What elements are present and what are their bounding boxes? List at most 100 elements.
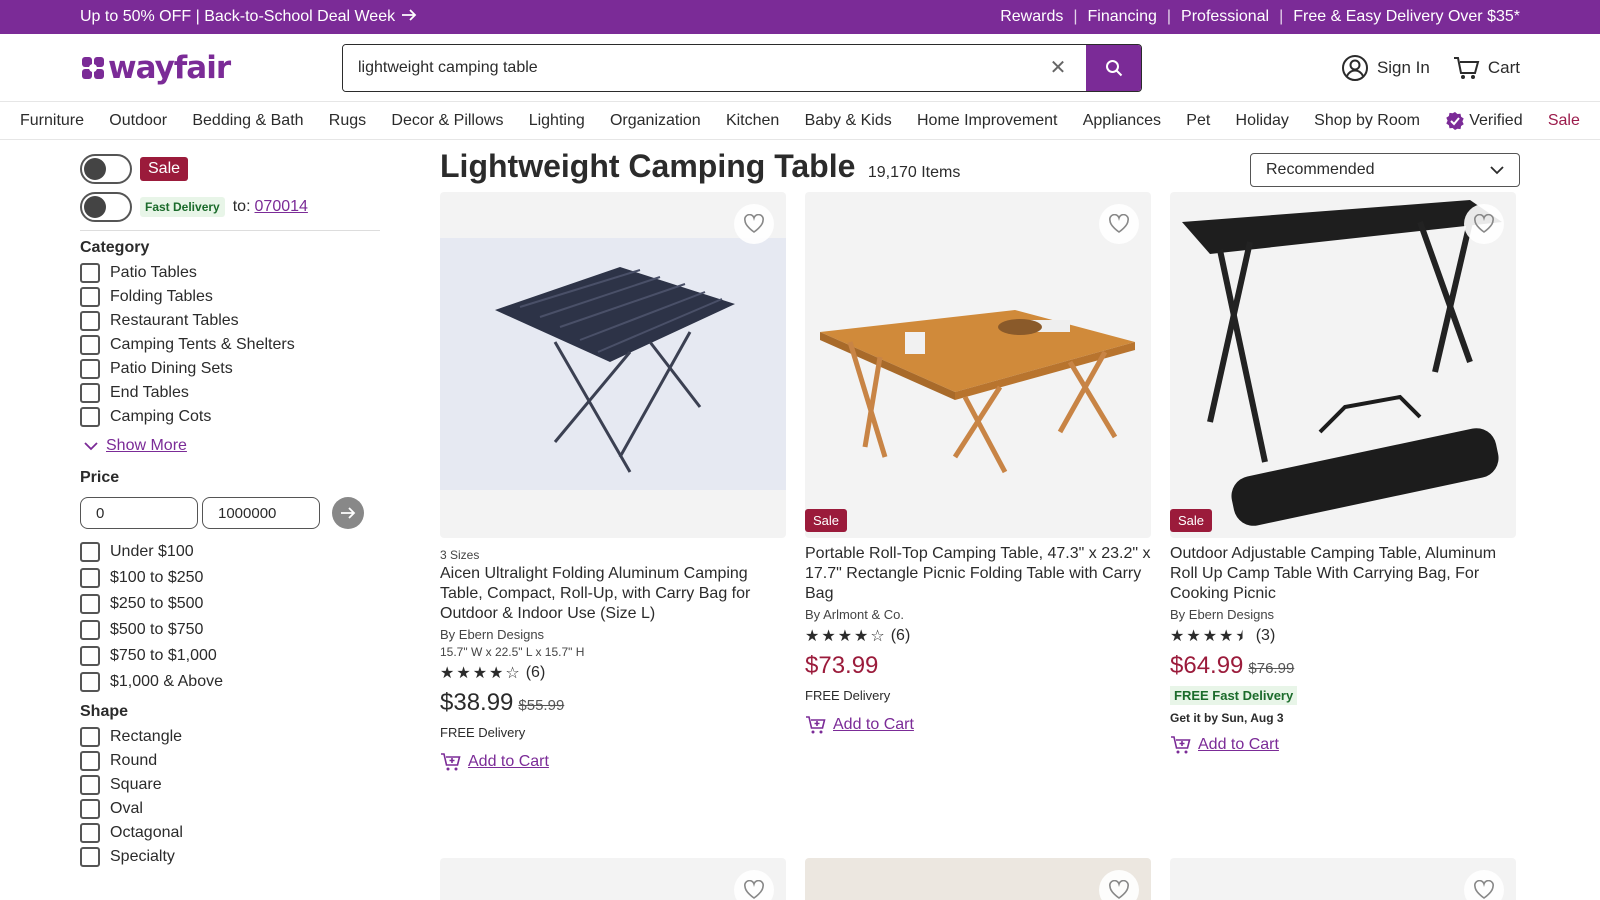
product-name[interactable]: Portable Roll-Top Camping Table, 47.3" x… [805,544,1151,604]
checkbox[interactable] [80,799,100,819]
checkbox[interactable] [80,620,100,640]
shape-option[interactable]: Oval [80,797,380,821]
product-card[interactable] [805,858,1151,900]
category-option[interactable]: Patio Tables [80,261,380,285]
product-image[interactable]: Sale [805,192,1151,538]
price-min-input[interactable]: 0 [80,497,198,529]
category-option[interactable]: End Tables [80,381,380,405]
price-option[interactable]: $1,000 & Above [80,669,380,695]
nav-appliances[interactable]: Appliances [1083,112,1161,130]
checkbox[interactable] [80,568,100,588]
checkbox[interactable] [80,263,100,283]
favorite-button[interactable] [734,870,774,900]
show-more-link[interactable]: Show More [84,437,380,455]
checkbox[interactable] [80,751,100,771]
nav-home-improvement[interactable]: Home Improvement [917,112,1058,130]
cart-button[interactable]: Cart [1452,54,1520,82]
search-input[interactable] [343,44,1030,91]
nav-pet[interactable]: Pet [1186,112,1210,130]
shape-option[interactable]: Rectangle [80,725,380,749]
price-option[interactable]: $250 to $500 [80,591,380,617]
sign-in-button[interactable]: Sign In [1341,54,1430,82]
nav-kitchen[interactable]: Kitchen [726,112,779,130]
product-name[interactable]: Outdoor Adjustable Camping Table, Alumin… [1170,544,1516,604]
nav-sale[interactable]: Sale [1548,112,1580,130]
shape-option[interactable]: Square [80,773,380,797]
promo-deal-link[interactable]: Up to 50% OFF | Back-to-School Deal Week [80,8,417,27]
zip-code-link[interactable]: 070014 [255,198,308,216]
checkbox[interactable] [80,775,100,795]
product-image[interactable] [1170,858,1516,900]
favorite-button[interactable] [1464,870,1504,900]
favorite-button[interactable] [734,204,774,244]
sort-dropdown[interactable]: Recommended [1250,153,1520,187]
nav-baby-kids[interactable]: Baby & Kids [805,112,892,130]
nav-bedding-bath[interactable]: Bedding & Bath [192,112,303,130]
product-card[interactable]: Sale Portable Roll-Top Camping Table, 47… [805,192,1151,772]
product-card[interactable]: 3 Sizes Aicen Ultralight Folding Aluminu… [440,192,786,772]
price-option[interactable]: $750 to $1,000 [80,643,380,669]
nav-holiday[interactable]: Holiday [1236,112,1289,130]
checkbox[interactable] [80,335,100,355]
shape-option[interactable]: Octagonal [80,821,380,845]
nav-furniture[interactable]: Furniture [20,112,84,130]
price-option[interactable]: Under $100 [80,539,380,565]
promo-link-rewards[interactable]: Rewards [1000,8,1063,26]
category-option[interactable]: Camping Tents & Shelters [80,333,380,357]
product-image[interactable] [440,858,786,900]
price-option[interactable]: $100 to $250 [80,565,380,591]
cart-label: Cart [1487,57,1520,77]
product-card[interactable] [440,858,786,900]
sale-toggle[interactable] [80,154,132,184]
nav-shop-by-room[interactable]: Shop by Room [1314,112,1420,130]
clear-search-icon[interactable]: ✕ [1030,55,1086,80]
nav-organization[interactable]: Organization [610,112,701,130]
product-was-price: $76.99 [1248,660,1295,677]
checkbox[interactable] [80,847,100,867]
sort-selected-value: Recommended [1266,161,1375,178]
product-image[interactable] [805,858,1151,900]
price-apply-button[interactable] [332,497,364,529]
category-option[interactable]: Patio Dining Sets [80,357,380,381]
search-button[interactable] [1086,44,1141,91]
checkbox[interactable] [80,727,100,747]
product-image[interactable] [440,192,786,538]
shape-option[interactable]: Specialty [80,845,380,869]
shape-option[interactable]: Round [80,749,380,773]
product-image[interactable]: Sale [1170,192,1516,538]
checkbox[interactable] [80,542,100,562]
category-option[interactable]: Folding Tables [80,285,380,309]
product-card[interactable] [1170,858,1516,900]
product-card[interactable]: Sale Outdoor Adjustable Camping Table, A… [1170,192,1516,772]
checkbox[interactable] [80,594,100,614]
nav-decor-pillows[interactable]: Decor & Pillows [391,112,503,130]
add-to-cart-button[interactable]: Add to Cart [440,752,786,772]
price-option[interactable]: $500 to $750 [80,617,380,643]
nav-verified[interactable]: Verified [1445,111,1523,131]
checkbox[interactable] [80,383,100,403]
category-option[interactable]: Camping Cots [80,405,380,429]
promo-link-professional[interactable]: Professional [1181,8,1269,26]
wayfair-logo[interactable]: wayfair [80,50,342,86]
checkbox[interactable] [80,287,100,307]
favorite-button[interactable] [1099,204,1139,244]
category-option[interactable]: Restaurant Tables [80,309,380,333]
checkbox[interactable] [80,672,100,692]
nav-outdoor[interactable]: Outdoor [109,112,167,130]
checkbox[interactable] [80,407,100,427]
promo-link-delivery[interactable]: Free & Easy Delivery Over $35* [1293,8,1520,26]
fast-delivery-toggle[interactable] [80,192,132,222]
nav-rugs[interactable]: Rugs [329,112,366,130]
favorite-button[interactable] [1464,204,1504,244]
checkbox[interactable] [80,646,100,666]
checkbox[interactable] [80,311,100,331]
product-name[interactable]: Aicen Ultralight Folding Aluminum Campin… [440,564,786,624]
nav-lighting[interactable]: Lighting [529,112,585,130]
checkbox[interactable] [80,359,100,379]
favorite-button[interactable] [1099,870,1139,900]
add-to-cart-button[interactable]: Add to Cart [1170,735,1516,755]
add-to-cart-button[interactable]: Add to Cart [805,715,1151,735]
checkbox[interactable] [80,823,100,843]
price-max-input[interactable]: 1000000 [202,497,320,529]
promo-link-financing[interactable]: Financing [1088,8,1157,26]
